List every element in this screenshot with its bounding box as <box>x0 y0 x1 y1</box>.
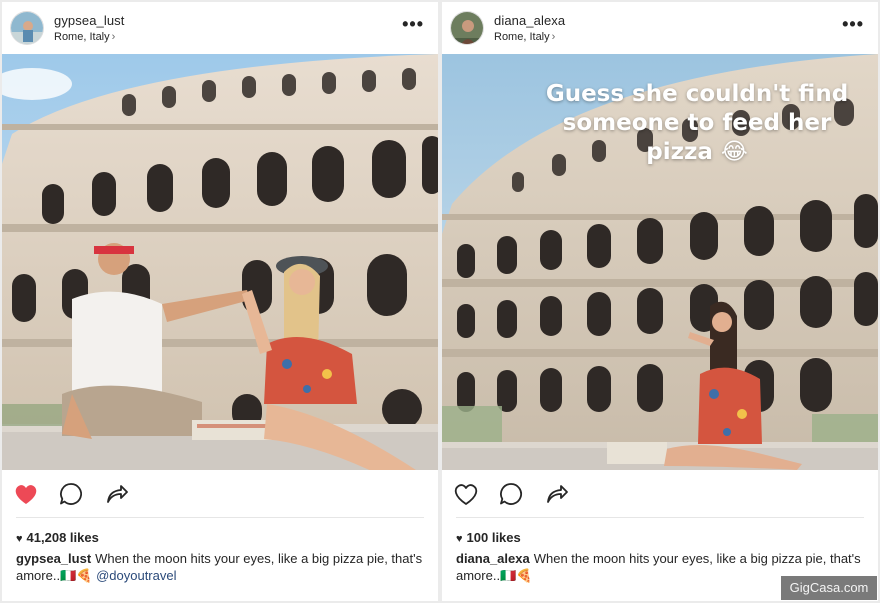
divider <box>16 517 424 518</box>
likes-count[interactable]: ♥ 100 likes <box>456 530 521 545</box>
username[interactable]: gypsea_lust <box>54 13 124 28</box>
post-actions <box>442 480 878 510</box>
heart-icon: ♥ <box>456 533 463 545</box>
post-header: diana_alexa Rome, Italy › ••• <box>442 2 878 54</box>
comment-icon[interactable] <box>57 480 85 508</box>
post-gypsea-lust: gypsea_lust Rome, Italy › ••• ♥ 41,208 l… <box>2 2 438 601</box>
heart-icon[interactable] <box>452 480 480 508</box>
share-icon[interactable] <box>102 480 130 508</box>
location-text: Rome, Italy <box>494 31 550 43</box>
post-diana-alexa: diana_alexa Rome, Italy › ••• Guess she … <box>442 2 878 601</box>
caption-mention[interactable]: @doyoutravel <box>96 568 176 583</box>
post-photo[interactable]: Guess she couldn't find someone to feed … <box>442 54 878 470</box>
photo-overlay-text: Guess she couldn't find someone to feed … <box>545 81 849 165</box>
likes-text: 41,208 likes <box>26 530 99 545</box>
location-link[interactable]: Rome, Italy › <box>494 31 555 43</box>
caption-username[interactable]: diana_alexa <box>456 551 530 566</box>
share-icon[interactable] <box>542 480 570 508</box>
post-actions <box>2 480 438 510</box>
caption: gypsea_lust When the moon hits your eyes,… <box>16 550 426 584</box>
avatar[interactable] <box>450 11 484 45</box>
avatar[interactable] <box>10 11 44 45</box>
chevron-right-icon: › <box>551 31 556 43</box>
watermark: GigCasa.com <box>781 576 877 600</box>
chevron-right-icon: › <box>111 31 116 43</box>
comment-icon[interactable] <box>497 480 525 508</box>
post-photo[interactable] <box>2 54 438 470</box>
post-header: gypsea_lust Rome, Italy › ••• <box>2 2 438 54</box>
more-icon[interactable]: ••• <box>402 15 424 33</box>
divider <box>456 517 864 518</box>
likes-count[interactable]: ♥ 41,208 likes <box>16 530 99 545</box>
caption-username[interactable]: gypsea_lust <box>16 551 91 566</box>
more-icon[interactable]: ••• <box>842 15 864 33</box>
location-text: Rome, Italy <box>54 31 110 43</box>
heart-icon: ♥ <box>16 533 23 545</box>
location-link[interactable]: Rome, Italy › <box>54 31 115 43</box>
username[interactable]: diana_alexa <box>494 13 565 28</box>
heart-icon[interactable] <box>12 480 40 508</box>
likes-text: 100 likes <box>466 530 521 545</box>
